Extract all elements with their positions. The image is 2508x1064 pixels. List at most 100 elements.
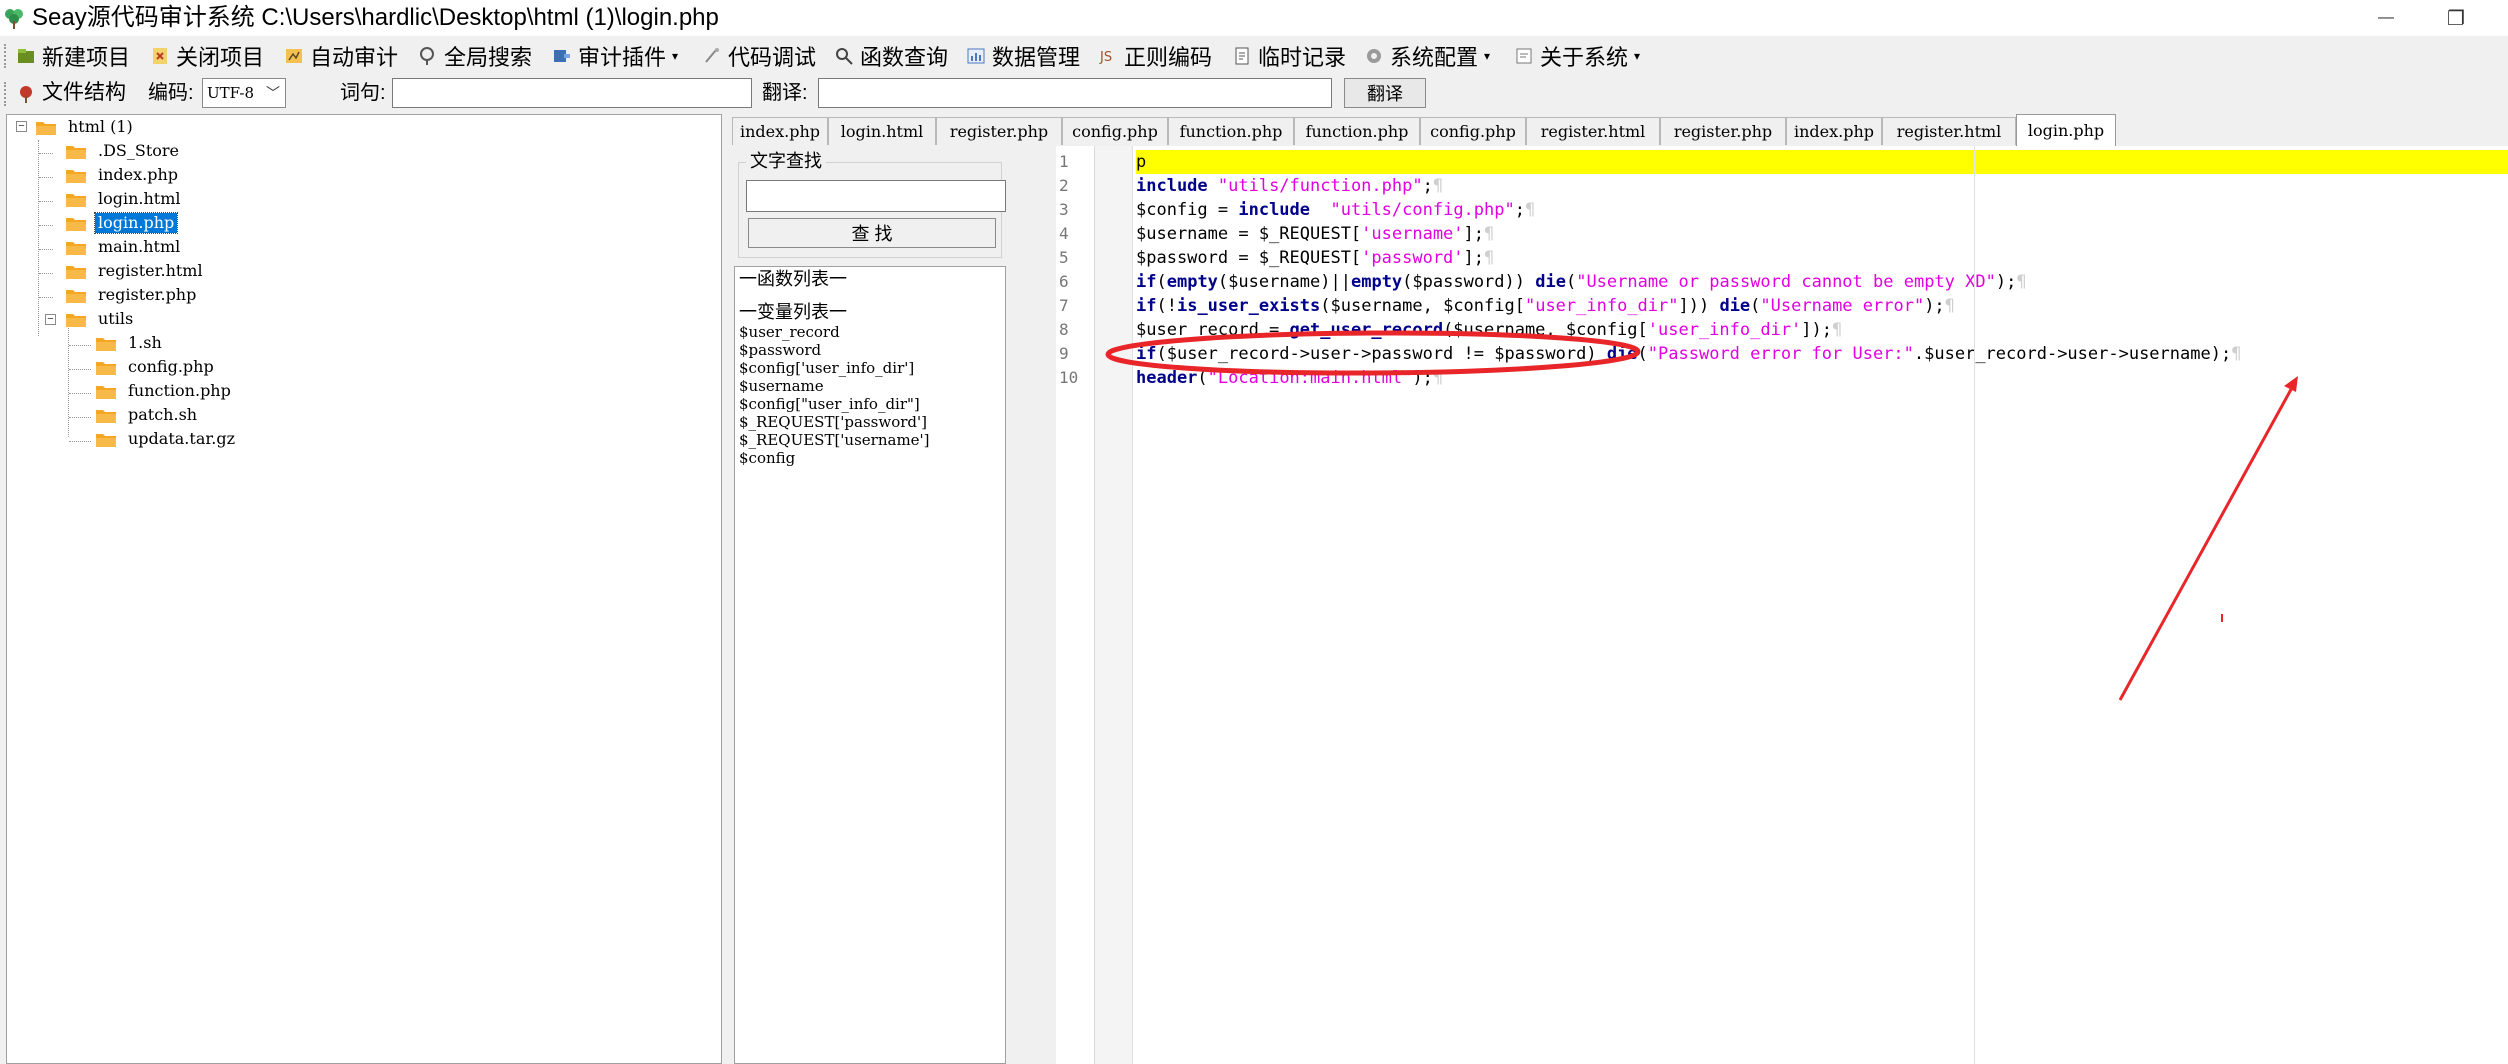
tree-label: updata.tar.gz bbox=[128, 429, 235, 448]
translate-button-label: 翻译 bbox=[1367, 84, 1403, 104]
tree-icon bbox=[20, 86, 32, 103]
collapse-utils-icon[interactable]: − bbox=[45, 314, 56, 325]
tree-folder-utils[interactable]: utils bbox=[65, 308, 136, 330]
toolbar-grip[interactable] bbox=[4, 82, 9, 106]
menu-audit-plugins[interactable]: 审计插件 ▾ bbox=[552, 42, 678, 70]
tree-item[interactable]: 1.sh bbox=[95, 332, 165, 354]
tree-item[interactable]: register.html bbox=[65, 260, 206, 282]
tree-item[interactable]: .DS_Store bbox=[65, 140, 182, 162]
tab-index-php[interactable]: index.php bbox=[732, 117, 828, 145]
variable-item[interactable]: $_REQUEST['password'] bbox=[739, 413, 927, 431]
code-token: ]); bbox=[1801, 320, 1833, 340]
tree-label: register.php bbox=[98, 285, 197, 304]
variable-item[interactable]: $config["user_info_dir"] bbox=[739, 395, 920, 413]
tree-item[interactable]: config.php bbox=[95, 356, 217, 378]
file-structure-label[interactable]: 文件结构 bbox=[42, 80, 126, 106]
code-line[interactable]: if(!is_user_exists($username, $config["u… bbox=[1136, 294, 2508, 318]
encoding-label: 编码: bbox=[148, 82, 194, 104]
code-line[interactable]: if(empty($username)||empty($password)) d… bbox=[1136, 270, 2508, 294]
tab-config-php[interactable]: config.php bbox=[1062, 117, 1168, 145]
code-token: ])) bbox=[1678, 296, 1720, 316]
code-line[interactable]: if($user_record->user->password != $pass… bbox=[1136, 342, 2508, 366]
code-token: ¶ bbox=[1524, 200, 1536, 220]
tree-label: .DS_Store bbox=[98, 141, 180, 160]
tab-register-html-2[interactable]: register.html bbox=[1882, 117, 2016, 145]
close-project-icon bbox=[153, 48, 167, 64]
menu-code-debug[interactable]: 代码调试 bbox=[702, 42, 816, 70]
tree-item[interactable]: register.php bbox=[65, 284, 199, 306]
tab-register-php-2[interactable]: register.php bbox=[1660, 117, 1786, 145]
code-line[interactable]: include "utils/function.php";¶ bbox=[1136, 174, 2508, 198]
tab-label: login.php bbox=[2027, 121, 2105, 140]
find-button[interactable]: 查 找 bbox=[748, 218, 996, 248]
tab-register-html[interactable]: register.html bbox=[1526, 117, 1660, 145]
code-token: "Username error" bbox=[1760, 296, 1925, 316]
menu-label: 代码调试 bbox=[728, 45, 817, 70]
text-search-input[interactable] bbox=[746, 180, 1006, 212]
code-token: p bbox=[1136, 152, 1147, 172]
menu-auto-audit[interactable]: 自动审计 bbox=[284, 42, 398, 70]
menu-new-project[interactable]: 新建项目 bbox=[16, 42, 130, 70]
global-search-icon bbox=[420, 47, 434, 65]
encoding-value: UTF-8 bbox=[207, 84, 254, 102]
code-line[interactable]: $user_record = get_user_record($username… bbox=[1136, 318, 2508, 342]
tree-item[interactable]: function.php bbox=[95, 380, 234, 402]
line-number: 2 bbox=[1059, 176, 1069, 195]
tree-item[interactable]: updata.tar.gz bbox=[95, 428, 238, 450]
menu-about-system[interactable]: 关于系统 ▾ bbox=[1514, 42, 1640, 70]
tree-item[interactable]: patch.sh bbox=[95, 404, 200, 426]
temp-record-icon bbox=[1235, 47, 1249, 65]
translate-button[interactable]: 翻译 bbox=[1344, 78, 1426, 108]
code-line[interactable]: header("Location:main.html");¶ bbox=[1136, 366, 2508, 390]
code-line[interactable]: $username = $_REQUEST['username'];¶ bbox=[1136, 222, 2508, 246]
variable-item[interactable]: $user_record bbox=[739, 323, 840, 341]
menu-global-search[interactable]: 全局搜索 bbox=[418, 42, 532, 70]
menu-temp-record[interactable]: 临时记录 bbox=[1232, 42, 1346, 70]
tab-index-php-2[interactable]: index.php bbox=[1786, 117, 1882, 145]
code-token: header bbox=[1136, 368, 1198, 388]
collapse-root-icon[interactable]: − bbox=[16, 121, 27, 132]
file-tree: − html (1) .DS_Store index.php login.htm… bbox=[6, 114, 722, 1064]
variable-item[interactable]: $_REQUEST['username'] bbox=[739, 431, 930, 449]
code-token: die bbox=[1719, 296, 1751, 316]
code-token: die bbox=[1606, 344, 1638, 364]
menu-function-query[interactable]: 函数查询 bbox=[834, 42, 948, 70]
symbol-list: 一函数列表一 一变量列表一 $user_record $password $co… bbox=[734, 266, 1006, 1064]
variable-item[interactable]: $config bbox=[739, 449, 795, 467]
chevron-down-icon: ▾ bbox=[1634, 49, 1641, 63]
encoding-select[interactable]: UTF-8 ﹀ bbox=[202, 78, 286, 108]
tab-login-php-active[interactable]: login.php bbox=[2016, 114, 2116, 146]
variable-item[interactable]: $config['user_info_dir'] bbox=[739, 359, 914, 377]
tree-item[interactable]: index.php bbox=[65, 164, 181, 186]
tab-function-php[interactable]: function.php bbox=[1168, 117, 1294, 145]
code-line[interactable]: $config = include "utils/config.php";¶ bbox=[1136, 198, 2508, 222]
variable-item[interactable]: $username bbox=[739, 377, 824, 395]
menu-system-config[interactable]: 系统配置 ▾ bbox=[1364, 42, 1490, 70]
tree-item[interactable]: main.html bbox=[65, 236, 183, 258]
code-line[interactable]: p bbox=[1136, 150, 2508, 174]
code-editor[interactable]: 1 2 3 4 5 6 7 8 9 10 p include "utils/fun… bbox=[1056, 146, 2508, 1064]
menu-regex-encode[interactable]: JS 正则编码 bbox=[1098, 42, 1212, 70]
find-button-label: 查 找 bbox=[851, 224, 893, 244]
toolbar-grip[interactable] bbox=[4, 44, 9, 68]
code-line[interactable]: $password = $_REQUEST['password'];¶ bbox=[1136, 246, 2508, 270]
tab-register-php[interactable]: register.php bbox=[936, 117, 1062, 145]
restore-button[interactable]: ❐ bbox=[2424, 0, 2488, 36]
translate-input[interactable] bbox=[818, 78, 1332, 108]
menu-close-project[interactable]: 关闭项目 bbox=[150, 42, 264, 70]
variable-item[interactable]: $password bbox=[739, 341, 821, 359]
editor-tabs: index.php login.html register.php config… bbox=[732, 114, 2508, 146]
code-token: ¶ bbox=[2231, 344, 2242, 364]
menu-data-management[interactable]: 数据管理 bbox=[966, 42, 1080, 70]
tree-item-selected[interactable]: login.php bbox=[65, 212, 179, 234]
code-token: ($username)|| bbox=[1217, 272, 1351, 292]
word-input[interactable] bbox=[392, 78, 752, 108]
file-icon bbox=[96, 362, 116, 375]
tree-item[interactable]: login.html bbox=[65, 188, 184, 210]
tab-login-html[interactable]: login.html bbox=[828, 117, 936, 145]
minimize-button[interactable]: — bbox=[2354, 0, 2418, 36]
tab-config-php-2[interactable]: config.php bbox=[1420, 117, 1526, 145]
tab-function-php-2[interactable]: function.php bbox=[1294, 117, 1420, 145]
tree-root[interactable]: html (1) bbox=[35, 116, 136, 138]
